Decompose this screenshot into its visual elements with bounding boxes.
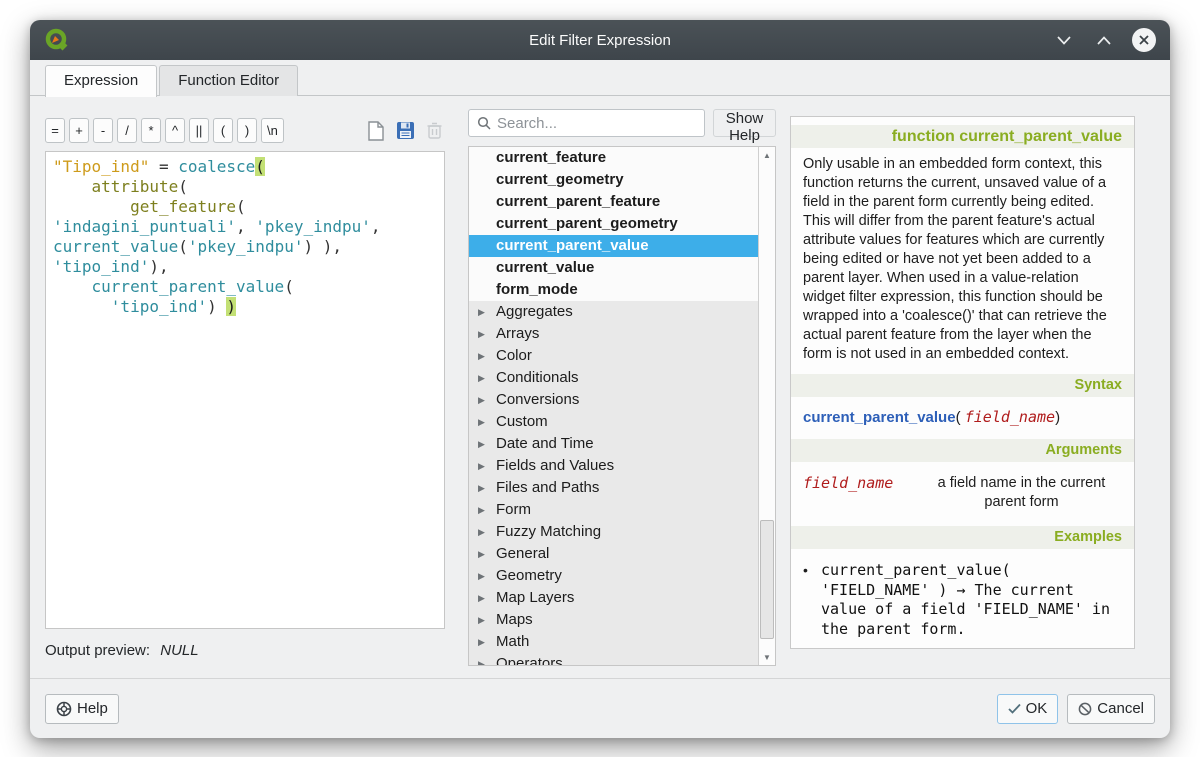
operator-button-)[interactable]: ) <box>237 118 257 143</box>
new-expression-button[interactable] <box>365 120 387 142</box>
category-item-date-and-time[interactable]: ▶Date and Time <box>469 433 758 455</box>
tab-expression[interactable]: Expression <box>45 65 157 97</box>
expand-arrow-icon: ▶ <box>478 565 496 587</box>
expand-arrow-icon: ▶ <box>478 389 496 411</box>
operator-button-/[interactable]: / <box>117 118 137 143</box>
category-item-operators[interactable]: ▶Operators <box>469 653 758 666</box>
expand-arrow-icon: ▶ <box>478 367 496 389</box>
arguments-header: Arguments <box>791 439 1134 462</box>
category-item-fields-and-values[interactable]: ▶Fields and Values <box>469 455 758 477</box>
category-item-map-layers[interactable]: ▶Map Layers <box>469 587 758 609</box>
example-item: •current_parent_value( 'FIELD_NAME' ) → … <box>803 561 1122 639</box>
category-item-maps[interactable]: ▶Maps <box>469 609 758 631</box>
syntax-line: current_parent_value( field_name) <box>803 408 1122 427</box>
expand-arrow-icon: ▶ <box>478 631 496 653</box>
tab-function-editor[interactable]: Function Editor <box>159 65 298 96</box>
expression-code-editor[interactable]: "Tipo_ind" = coalesce( attribute( get_fe… <box>45 151 445 629</box>
expand-arrow-icon: ▶ <box>478 609 496 631</box>
category-item-arrays[interactable]: ▶Arrays <box>469 323 758 345</box>
help-description: Only usable in an embedded form context,… <box>803 155 1122 364</box>
scroll-up-icon[interactable]: ▲ <box>759 147 775 163</box>
category-item-geometry[interactable]: ▶Geometry <box>469 565 758 587</box>
tabbar: Expression Function Editor <box>30 60 1170 96</box>
search-input[interactable] <box>497 115 696 132</box>
cancel-button[interactable]: Cancel <box>1067 694 1155 724</box>
dialog-footer: Help OK Cancel <box>30 678 1170 738</box>
shade-window-button[interactable] <box>1052 28 1076 52</box>
category-item-color[interactable]: ▶Color <box>469 345 758 367</box>
expand-arrow-icon: ▶ <box>478 587 496 609</box>
edit-filter-expression-dialog: Edit Filter Expression Expression Functi… <box>30 20 1170 738</box>
operator-button-+[interactable]: + <box>69 118 89 143</box>
category-item-form[interactable]: ▶Form <box>469 499 758 521</box>
function-help-panel: function current_parent_value Only usabl… <box>790 116 1135 649</box>
function-search-box[interactable] <box>468 109 705 137</box>
expand-arrow-icon: ▶ <box>478 521 496 543</box>
expand-arrow-icon: ▶ <box>478 433 496 455</box>
window-title: Edit Filter Expression <box>30 32 1170 49</box>
life-buoy-icon <box>56 701 72 717</box>
function-item-current_geometry[interactable]: current_geometry <box>469 169 758 191</box>
output-preview-label: Output preview: <box>45 642 150 659</box>
category-item-custom[interactable]: ▶Custom <box>469 411 758 433</box>
operator-button-||[interactable]: || <box>189 118 209 143</box>
category-item-math[interactable]: ▶Math <box>469 631 758 653</box>
expand-arrow-icon: ▶ <box>478 411 496 433</box>
expand-arrow-icon: ▶ <box>478 455 496 477</box>
function-item-current_parent_value[interactable]: current_parent_value <box>469 235 758 257</box>
function-item-current_feature[interactable]: current_feature <box>469 147 758 169</box>
operator-button-\n[interactable]: \n <box>261 118 284 143</box>
maximize-window-button[interactable] <box>1092 28 1116 52</box>
scrollbar-thumb[interactable] <box>760 520 774 639</box>
expand-arrow-icon: ▶ <box>478 499 496 521</box>
scroll-down-icon[interactable]: ▼ <box>759 649 775 665</box>
category-item-fuzzy-matching[interactable]: ▶Fuzzy Matching <box>469 521 758 543</box>
operator-button-=[interactable]: = <box>45 118 65 143</box>
operator-toolbar: =+-/*^||()\n <box>45 118 445 143</box>
trash-icon <box>426 121 443 140</box>
expand-arrow-icon: ▶ <box>478 543 496 565</box>
titlebar[interactable]: Edit Filter Expression <box>30 20 1170 60</box>
operator-button--[interactable]: - <box>93 118 113 143</box>
output-preview: Output preview: NULL <box>45 642 445 659</box>
expand-arrow-icon: ▶ <box>478 301 496 323</box>
help-title: function current_parent_value <box>791 125 1134 148</box>
function-item-current_parent_feature[interactable]: current_parent_feature <box>469 191 758 213</box>
close-window-button[interactable] <box>1132 28 1156 52</box>
function-item-form_mode[interactable]: form_mode <box>469 279 758 301</box>
examples-list: •current_parent_value( 'FIELD_NAME' ) → … <box>803 561 1122 639</box>
blank-page-icon <box>367 121 385 141</box>
save-icon <box>396 121 415 140</box>
operator-button-^[interactable]: ^ <box>165 118 185 143</box>
expand-arrow-icon: ▶ <box>478 323 496 345</box>
function-list-scrollbar[interactable]: ▲ ▼ <box>758 147 775 665</box>
close-icon <box>1138 34 1150 46</box>
expand-arrow-icon: ▶ <box>478 477 496 499</box>
function-item-current_value[interactable]: current_value <box>469 257 758 279</box>
expand-arrow-icon: ▶ <box>478 653 496 666</box>
syntax-header: Syntax <box>791 374 1134 397</box>
delete-expression-button <box>423 120 445 142</box>
argument-row: field_namea field name in the current pa… <box>803 474 1122 512</box>
circle-slash-icon <box>1078 702 1092 716</box>
expand-arrow-icon: ▶ <box>478 345 496 367</box>
checkmark-icon <box>1008 703 1021 714</box>
category-item-conditionals[interactable]: ▶Conditionals <box>469 367 758 389</box>
operator-button-*[interactable]: * <box>141 118 161 143</box>
arguments-list: field_namea field name in the current pa… <box>803 474 1122 512</box>
category-item-files-and-paths[interactable]: ▶Files and Paths <box>469 477 758 499</box>
function-list: current_featurecurrent_geometrycurrent_p… <box>468 146 776 666</box>
operator-button-([interactable]: ( <box>213 118 233 143</box>
category-item-conversions[interactable]: ▶Conversions <box>469 389 758 411</box>
examples-header: Examples <box>791 526 1134 549</box>
category-item-general[interactable]: ▶General <box>469 543 758 565</box>
save-expression-button[interactable] <box>394 120 416 142</box>
ok-button[interactable]: OK <box>997 694 1059 724</box>
function-item-current_parent_geometry[interactable]: current_parent_geometry <box>469 213 758 235</box>
output-preview-value: NULL <box>160 642 198 659</box>
help-button[interactable]: Help <box>45 694 119 724</box>
category-item-aggregates[interactable]: ▶Aggregates <box>469 301 758 323</box>
show-help-button[interactable]: Show Help <box>713 109 776 137</box>
search-icon <box>477 116 491 130</box>
